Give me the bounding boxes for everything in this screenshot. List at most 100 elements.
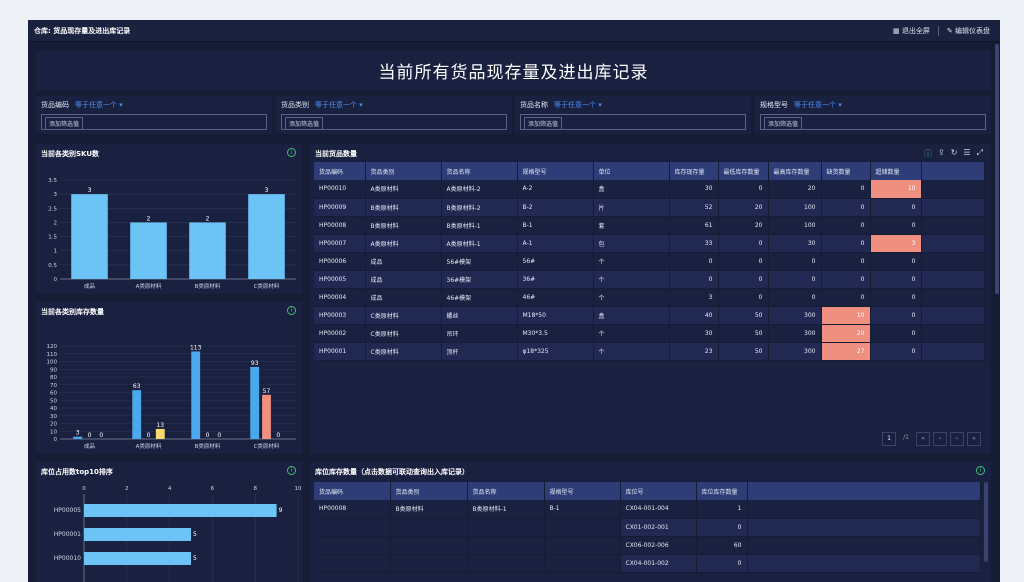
data-label: 13 [156, 422, 164, 429]
table-cell: B-1 [517, 216, 594, 235]
next-page-button[interactable]: › [950, 432, 964, 446]
table-cell: C类原材料 [365, 306, 442, 325]
last-page-button[interactable]: » [967, 432, 981, 446]
filter-value-input[interactable]: 添加筛选值 [41, 114, 267, 130]
bar[interactable] [84, 504, 277, 517]
add-filter-value-chip[interactable]: 添加筛选值 [524, 117, 563, 130]
location-stock-panel: 库位库存数量（点击数据可联动查询出入库记录） i 货品编码 货品类别 货品名称 规格型… [310, 462, 991, 582]
column-header[interactable]: 货品名称 [441, 162, 518, 180]
filter-value-input[interactable]: 添加筛选值 [760, 114, 986, 130]
table-row[interactable]: HP00005 成品 36#模架 36# 个 0 0 0 0 0 [314, 270, 985, 289]
table-row[interactable]: HP00007 A类原材料 A类原材料-1 A-1 包 33 0 30 0 3 [314, 234, 985, 253]
table-row[interactable]: HP00008 B类原材料 B类原材料-1 B-1 CX04-001-004 1 [314, 500, 981, 519]
bar[interactable] [130, 222, 167, 279]
table-cell [314, 554, 391, 573]
table-row[interactable]: HP00001 C类原材料 顶杆 φ18*325 个 23 50 300 27 0 [314, 342, 985, 361]
table-row[interactable]: HP00009 B类原材料 B类原材料-2 B-2 片 52 20 100 0 0 [314, 198, 985, 217]
filter-operator-dropdown[interactable]: 等于任意一个 ▾ [554, 100, 602, 110]
y-tick-label: 0 [54, 437, 58, 443]
data-label: 5 [193, 531, 197, 538]
info-icon[interactable]: ⓘ [924, 148, 932, 159]
column-header[interactable]: 货品编码 [314, 482, 391, 500]
table-cell: 33 [669, 234, 719, 253]
add-filter-value-chip[interactable]: 添加筛选值 [764, 117, 803, 130]
table-cell: 30 [768, 234, 822, 253]
filter-operator-dropdown[interactable]: 等于任意一个 ▾ [315, 100, 363, 110]
column-header[interactable]: 库位库存数量 [696, 482, 748, 500]
bar[interactable] [250, 366, 260, 439]
sort-icon[interactable]: ☰ [963, 148, 970, 159]
table-row[interactable]: HP00002 C类原材料 吊环 M30*3.5 个 30 50 300 20 0 [314, 324, 985, 343]
data-label: 0 [206, 432, 210, 439]
filter-value-input[interactable]: 添加筛选值 [520, 114, 746, 130]
bar[interactable] [71, 194, 108, 279]
column-header[interactable]: 货品类别 [365, 162, 442, 180]
edit-dashboard-button[interactable]: ✎ 编辑仪表盘 [947, 26, 990, 36]
table-row[interactable]: CX01-002-001 0 [314, 518, 981, 537]
table-cell: 0 [870, 270, 922, 289]
export-icon[interactable]: ⇪ [938, 148, 945, 159]
page-current[interactable]: 1 [882, 432, 896, 446]
data-label: 0 [99, 432, 103, 439]
table-row[interactable]: HP00003 C类原材料 螺丝 M18*50 盒 40 50 300 10 0 [314, 306, 985, 325]
bar[interactable] [73, 436, 83, 439]
scrollbar[interactable] [984, 482, 988, 562]
table-cell: M18*50 [517, 306, 594, 325]
table-cell: 0 [821, 288, 871, 307]
first-page-button[interactable]: « [916, 432, 930, 446]
table-cell: 螺丝 [441, 306, 518, 325]
exit-fullscreen-button[interactable]: ▦ 退出全屏 [893, 26, 930, 36]
table-cell: 0 [821, 216, 871, 235]
bar[interactable] [84, 528, 191, 541]
table-cell: A类原材料 [365, 234, 442, 253]
filter-operator-label: 等于任意一个 [75, 101, 117, 109]
add-filter-value-chip[interactable]: 添加筛选值 [45, 117, 84, 130]
column-header[interactable]: 货品类别 [390, 482, 468, 500]
filter-value-input[interactable]: 添加筛选值 [281, 114, 507, 130]
table-row[interactable]: HP00004 成品 46#模架 46# 个 3 0 0 0 0 [314, 288, 985, 307]
table-cell [544, 518, 621, 537]
table-cell [467, 554, 545, 573]
filter-operator-dropdown[interactable]: 等于任意一个 ▾ [75, 100, 123, 110]
table-row[interactable]: HP00008 B类原材料 B类原材料-1 B-1 套 61 20 100 0 0 [314, 216, 985, 235]
table-cell: 0 [696, 554, 748, 573]
table-cell: 100 [768, 198, 822, 217]
page-scrollbar[interactable] [995, 44, 999, 294]
bar[interactable] [262, 394, 271, 439]
table-cell: 100 [768, 216, 822, 235]
table-cell: 0 [768, 270, 822, 289]
table-cell: 50 [718, 342, 769, 361]
y-tick-label: 90 [50, 367, 57, 373]
filter-operator-dropdown[interactable]: 等于任意一个 ▾ [794, 100, 842, 110]
prev-page-button[interactable]: ‹ [933, 432, 947, 446]
column-header[interactable]: 货品名称 [467, 482, 545, 500]
column-header[interactable]: 最高库存数量 [768, 162, 822, 180]
column-header[interactable]: 规格型号 [517, 162, 594, 180]
bar[interactable] [248, 194, 285, 279]
expand-icon[interactable]: ⤢ [977, 148, 983, 159]
table-row[interactable]: CX06-002-006 60 [314, 536, 981, 555]
bar[interactable] [155, 428, 165, 439]
column-header[interactable]: 超储数量 [870, 162, 922, 180]
column-header[interactable]: 库位号 [620, 482, 697, 500]
table-row[interactable]: HP00006 成品 56#模架 56# 个 0 0 0 0 0 [314, 252, 985, 271]
bar[interactable] [191, 351, 201, 439]
add-filter-value-chip[interactable]: 添加筛选值 [285, 117, 324, 130]
column-header[interactable]: 规格型号 [544, 482, 621, 500]
bar[interactable] [84, 552, 191, 565]
info-icon[interactable]: i [976, 466, 985, 475]
refresh-icon[interactable]: ↻ [951, 148, 958, 159]
column-header[interactable]: 库存现存量 [669, 162, 719, 180]
bar[interactable] [132, 390, 142, 439]
table-cell: 60 [696, 536, 748, 555]
data-label: 9 [279, 507, 283, 514]
bar[interactable] [189, 222, 226, 279]
x-tick-label: A类原材料 [136, 442, 162, 450]
table-row[interactable]: HP00010 A类原材料 A类原材料-2 A-2 盒 30 0 20 0 10 [314, 180, 985, 199]
column-header[interactable]: 单位 [593, 162, 670, 180]
table-row[interactable]: CX04-001-002 0 [314, 554, 981, 573]
column-header[interactable]: 缺货数量 [821, 162, 871, 180]
table-cell: 盒 [593, 306, 670, 325]
column-header[interactable]: 最低库存数量 [718, 162, 769, 180]
column-header[interactable]: 货品编码 [314, 162, 366, 180]
